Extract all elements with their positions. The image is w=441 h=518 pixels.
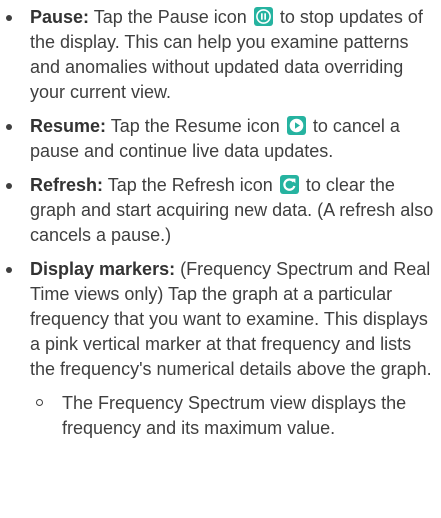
list-item-refresh: Refresh: Tap the Refresh icon to clear t… bbox=[0, 173, 441, 248]
sub-item-text: The Frequency Spectrum view displays the… bbox=[62, 393, 407, 438]
term-display-markers: Display markers: bbox=[30, 259, 176, 279]
refresh-text-before: Tap the Refresh icon bbox=[103, 175, 278, 195]
bullet-icon bbox=[6, 124, 12, 130]
resume-icon bbox=[286, 116, 306, 135]
sub-list-item: The Frequency Spectrum view displays the… bbox=[30, 391, 437, 441]
pause-text-before: Tap the Pause icon bbox=[89, 7, 252, 27]
help-document: Pause: Tap the Pause icon to stop update… bbox=[0, 0, 441, 518]
sub-list: The Frequency Spectrum view displays the… bbox=[30, 391, 437, 441]
term-resume: Resume: bbox=[30, 116, 107, 136]
term-pause: Pause: bbox=[30, 7, 90, 27]
term-refresh: Refresh: bbox=[30, 175, 104, 195]
bullet-icon bbox=[6, 183, 12, 189]
resume-text-before: Tap the Resume icon bbox=[106, 116, 285, 136]
bullet-icon bbox=[6, 267, 12, 273]
list-item-pause: Pause: Tap the Pause icon to stop update… bbox=[0, 5, 441, 105]
pause-icon bbox=[253, 7, 273, 26]
hollow-bullet-icon bbox=[36, 399, 43, 406]
refresh-icon bbox=[279, 175, 299, 194]
list-item-resume: Resume: Tap the Resume icon to cancel a … bbox=[0, 114, 441, 164]
controls-list: Pause: Tap the Pause icon to stop update… bbox=[0, 5, 441, 450]
bullet-icon bbox=[6, 15, 12, 21]
list-item-display-markers: Display markers: (Frequency Spectrum and… bbox=[0, 257, 441, 441]
